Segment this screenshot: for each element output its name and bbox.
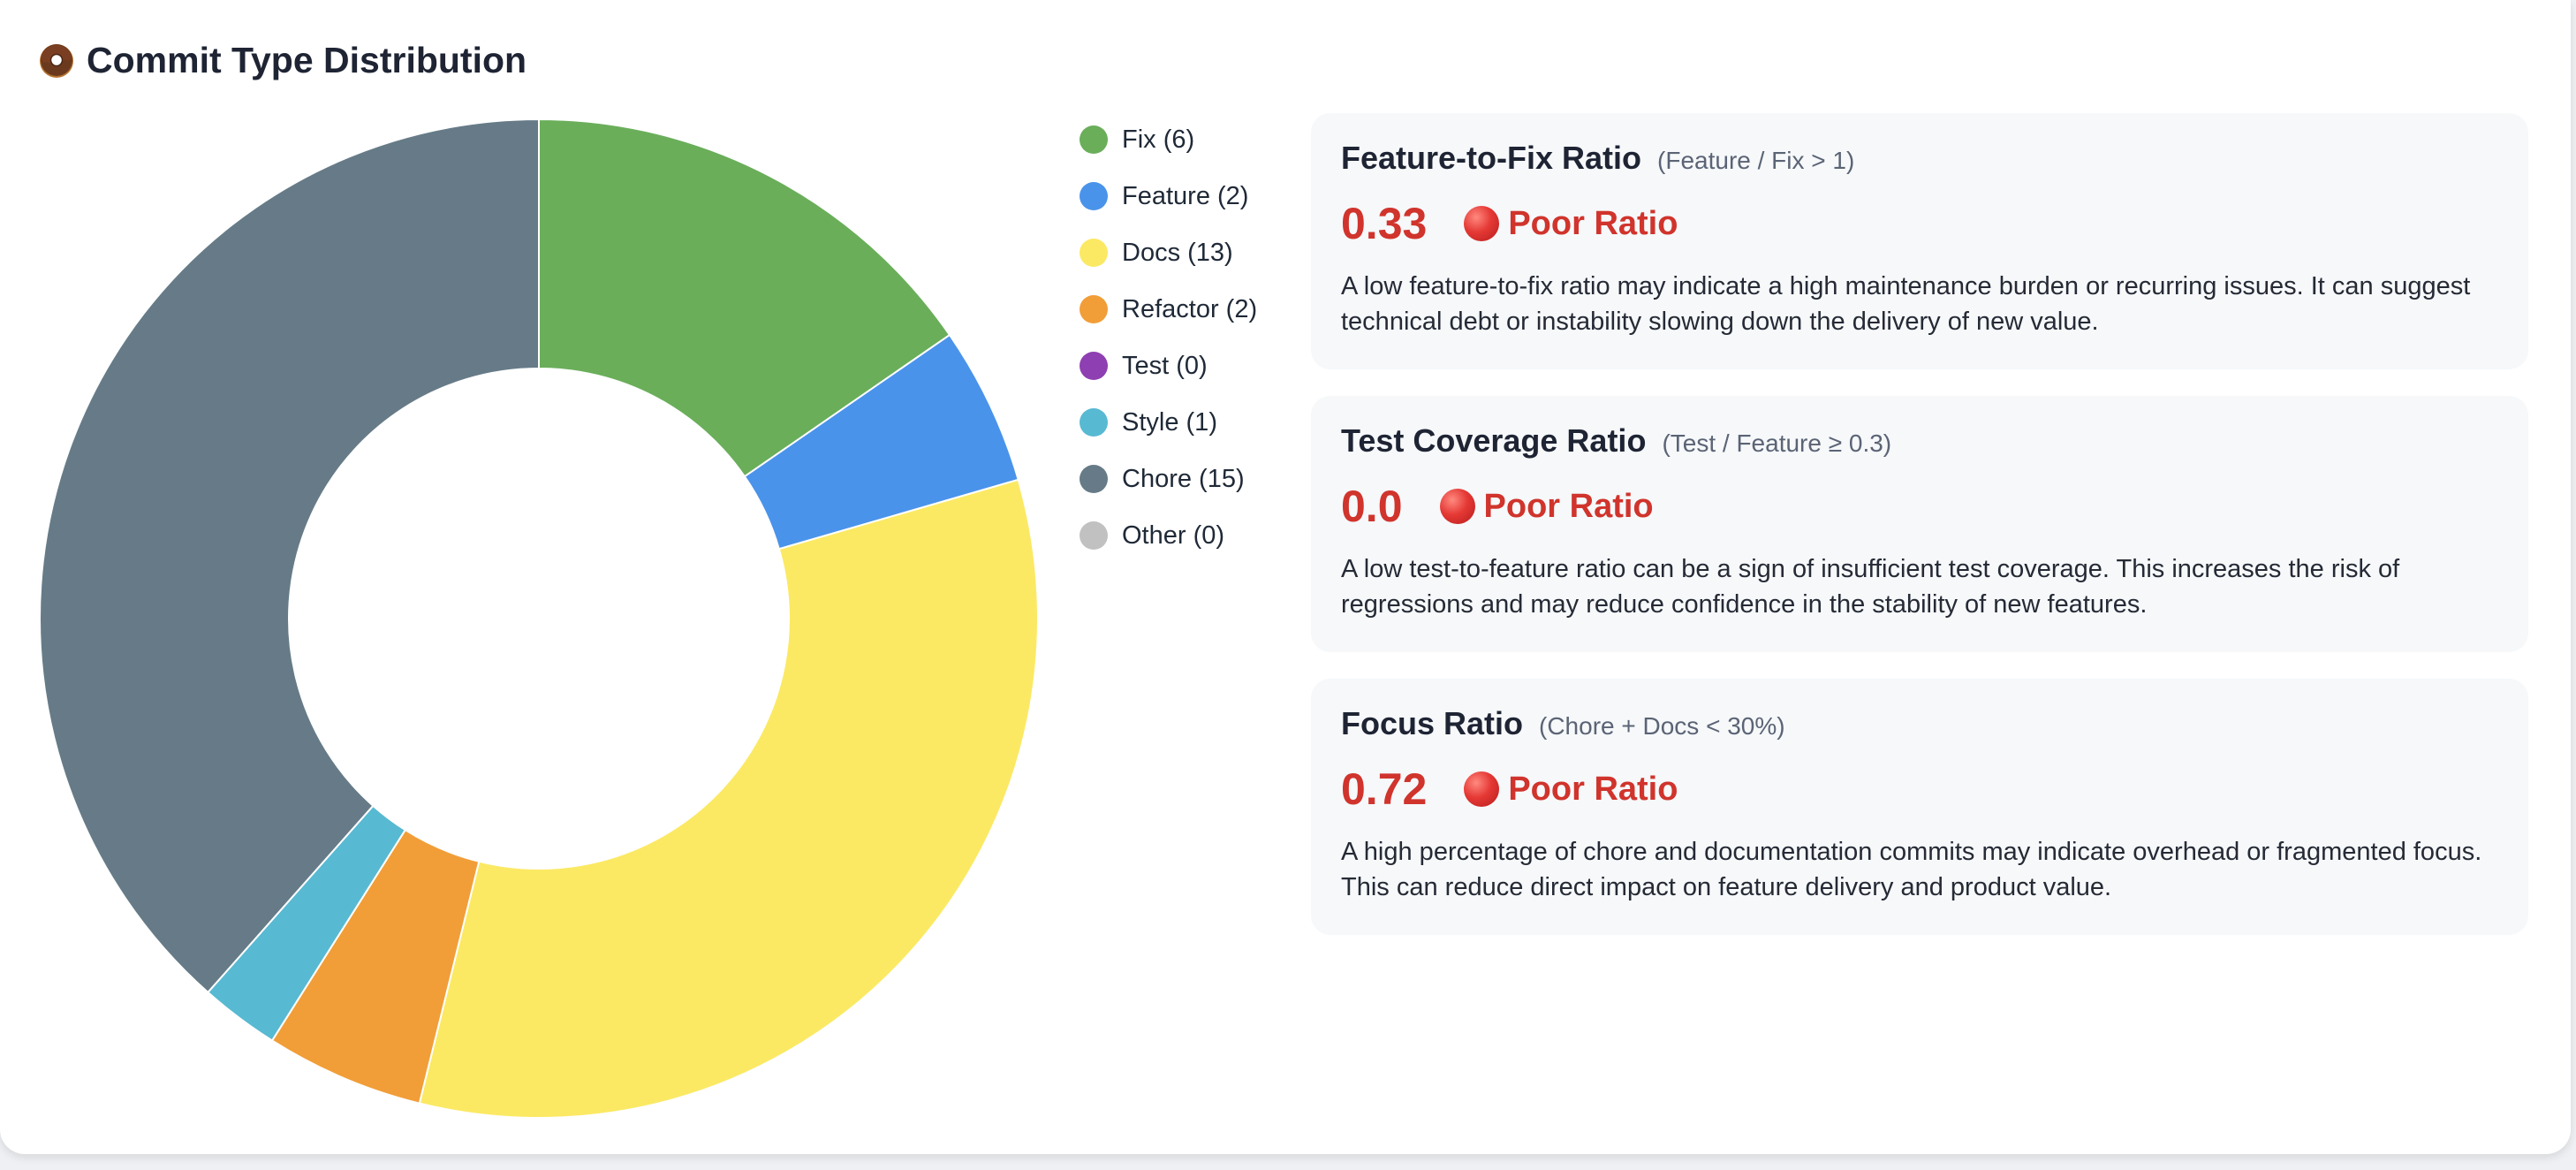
chart-title: Commit Type Distribution	[87, 39, 527, 80]
legend-label-other: Other (0)	[1122, 520, 1225, 550]
status-label: Poor Ratio	[1483, 487, 1654, 525]
legend-label-docs: Docs (13)	[1122, 238, 1233, 267]
legend-swatch-style	[1080, 408, 1108, 437]
legend-item-other[interactable]: Other (0)	[1080, 507, 1257, 564]
legend-item-style[interactable]: Style (1)	[1080, 394, 1257, 451]
panel-description: A high percentage of chore and documenta…	[1341, 838, 2482, 901]
donut-chart	[39, 118, 1039, 1119]
legend-item-chore[interactable]: Chore (15)	[1080, 451, 1257, 507]
chart-title-row: Commit Type Distribution	[37, 35, 527, 85]
panel-description: A low feature-to-fix ratio may indicate …	[1341, 272, 2471, 336]
legend-item-refactor[interactable]: Refactor (2)	[1080, 281, 1257, 338]
legend-label-feature: Feature (2)	[1122, 181, 1249, 210]
legend-swatch-refactor	[1080, 295, 1108, 323]
legend-swatch-test	[1080, 352, 1108, 380]
panel-title: Test Coverage Ratio	[1341, 422, 1647, 459]
legend-item-docs[interactable]: Docs (13)	[1080, 224, 1257, 281]
focus-ratio-panel: Focus Ratio (Chore + Docs < 30%) 0.72 Po…	[1311, 679, 2528, 935]
status-label: Poor Ratio	[1508, 770, 1678, 808]
legend-swatch-fix	[1080, 125, 1108, 154]
chart-legend: Fix (6) Feature (2) Docs (13) Refactor (…	[1080, 111, 1257, 564]
ratio-panels: Feature-to-Fix Ratio (Feature / Fix > 1)…	[1311, 113, 2528, 961]
panel-title: Feature-to-Fix Ratio	[1341, 140, 1642, 176]
legend-swatch-other	[1080, 521, 1108, 550]
panel-title: Focus Ratio	[1341, 705, 1524, 741]
legend-label-refactor: Refactor (2)	[1122, 294, 1258, 323]
legend-label-fix: Fix (6)	[1122, 125, 1195, 154]
donut-slice-docs[interactable]	[418, 478, 1039, 1119]
legend-swatch-docs	[1080, 239, 1108, 267]
panel-description: A low test-to-feature ratio can be a sig…	[1341, 555, 2400, 619]
legend-label-style: Style (1)	[1122, 407, 1217, 437]
legend-label-test: Test (0)	[1122, 351, 1208, 380]
status-label: Poor Ratio	[1508, 204, 1678, 242]
legend-item-fix[interactable]: Fix (6)	[1080, 111, 1257, 168]
legend-swatch-feature	[1080, 182, 1108, 210]
legend-swatch-chore	[1080, 465, 1108, 493]
ratio-value: 0.33	[1341, 199, 1428, 248]
panel-rule: (Test / Feature ≥ 0.3)	[1662, 429, 1892, 457]
red-circle-icon	[1464, 771, 1500, 807]
red-circle-icon	[1464, 206, 1500, 241]
ratio-value: 0.0	[1341, 482, 1403, 531]
panel-rule: (Feature / Fix > 1)	[1657, 147, 1855, 174]
commit-distribution-card: Commit Type Distribution Fix (6) Feature…	[0, 0, 2571, 1154]
donut-icon	[37, 41, 76, 80]
feature-to-fix-panel: Feature-to-Fix Ratio (Feature / Fix > 1)…	[1311, 113, 2528, 369]
legend-item-test[interactable]: Test (0)	[1080, 338, 1257, 394]
ratio-value: 0.72	[1341, 764, 1428, 814]
legend-label-chore: Chore (15)	[1122, 464, 1245, 493]
red-circle-icon	[1439, 489, 1475, 524]
legend-item-feature[interactable]: Feature (2)	[1080, 168, 1257, 224]
test-coverage-panel: Test Coverage Ratio (Test / Feature ≥ 0.…	[1311, 396, 2528, 652]
panel-rule: (Chore + Docs < 30%)	[1539, 712, 1785, 740]
